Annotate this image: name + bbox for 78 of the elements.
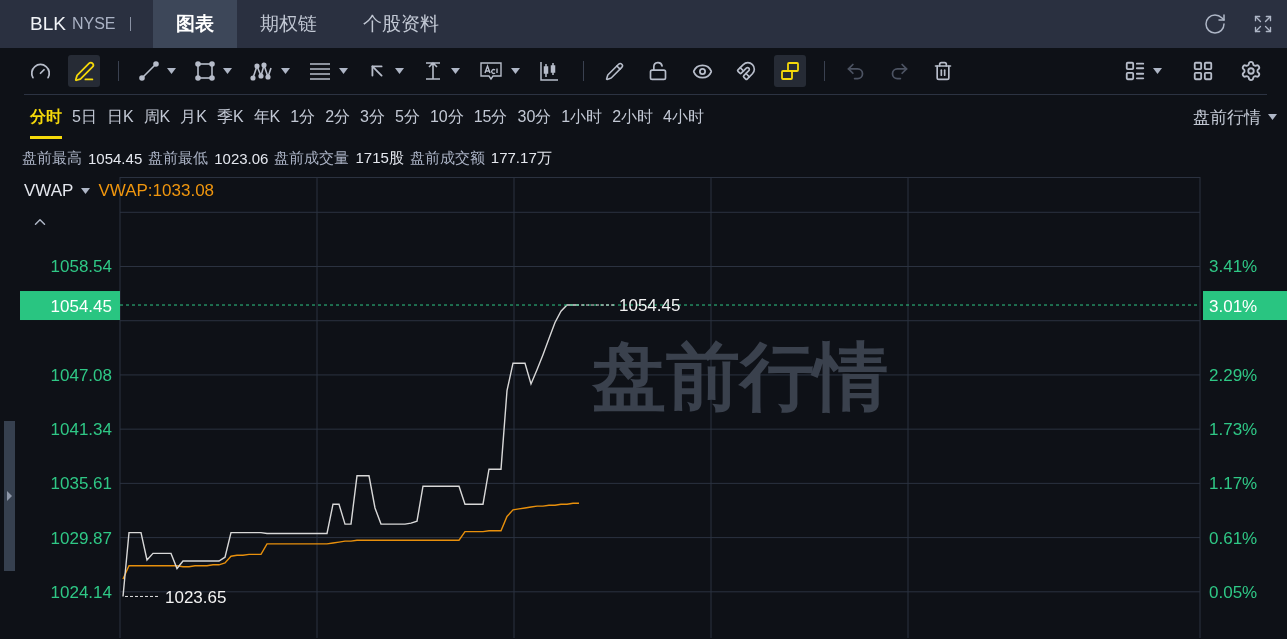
- trash-icon: [933, 61, 953, 81]
- candlestick-icon: [539, 60, 559, 82]
- stat-value: 177.17万: [490, 148, 552, 168]
- period-tab[interactable]: 1小时: [561, 95, 603, 139]
- pen-icon: [73, 60, 95, 82]
- lines-icon: [308, 61, 332, 81]
- caret-icon: [395, 68, 404, 74]
- stock-symbol: BLK: [30, 13, 66, 35]
- pencil-icon: [604, 61, 624, 81]
- zigzag-icon: [250, 60, 274, 82]
- squares-icon: [779, 60, 801, 82]
- axis-label: 1058.54: [50, 257, 112, 277]
- tab[interactable]: 图表: [152, 0, 237, 48]
- tool-button[interactable]: [774, 55, 806, 87]
- stat-value: 1023.06: [214, 149, 269, 167]
- exchange-name: NYSE: [71, 15, 116, 33]
- axis-label: 3.41%: [1209, 257, 1258, 277]
- period-tab[interactable]: 年K: [253, 95, 281, 139]
- line-icon: [138, 60, 160, 82]
- expand-arrow-icon: [7, 491, 12, 501]
- axis-label: 2.29%: [1209, 365, 1258, 385]
- period-tab[interactable]: 分时: [30, 95, 62, 139]
- period-tab[interactable]: 2分: [325, 95, 351, 139]
- indicator-name[interactable]: VWAP: [24, 181, 74, 201]
- tab[interactable]: 期权链: [236, 0, 340, 48]
- axis-label: 1047.08: [50, 365, 112, 385]
- unlock-icon: [648, 61, 668, 81]
- period-tab[interactable]: 15分: [473, 95, 508, 139]
- caret-icon: [339, 68, 348, 74]
- leader-line: [580, 304, 616, 306]
- stat-label: 盘前最高: [22, 148, 82, 168]
- axis-label: 0.05%: [1209, 582, 1258, 602]
- stat-value: 1715股: [355, 148, 404, 168]
- caret-icon: [1153, 68, 1162, 74]
- change-tag-text: 3.01%: [1209, 297, 1258, 316]
- axis-label: 1.17%: [1209, 474, 1258, 494]
- axis-label: 1.73%: [1209, 420, 1258, 440]
- stat-label: 盘前成交量: [274, 148, 350, 168]
- period-tab[interactable]: 月K: [180, 95, 207, 139]
- stat-label: 盘前最低: [148, 148, 209, 168]
- caret-icon: [281, 68, 290, 74]
- magnet-icon: [736, 61, 756, 81]
- indicator-value: VWAP:1033.08: [98, 181, 215, 201]
- stat-label: 盘前成交额: [409, 148, 485, 168]
- period-tab[interactable]: 3分: [360, 95, 385, 139]
- axis-label: 0.61%: [1209, 528, 1258, 548]
- period-tab[interactable]: 4小时: [663, 95, 704, 139]
- rectangle-icon: [194, 60, 216, 82]
- axis-label: 1024.14: [50, 582, 112, 602]
- caret-icon: [167, 68, 176, 74]
- period-tab[interactable]: 日K: [106, 95, 134, 139]
- tool-button[interactable]: [68, 55, 100, 87]
- caret-icon: [451, 68, 460, 74]
- tab[interactable]: 个股资料: [339, 0, 462, 48]
- period-tab[interactable]: 5分: [395, 95, 420, 139]
- leader-line: [124, 595, 161, 597]
- high-label: 1054.45: [619, 296, 681, 315]
- caret-icon: [1268, 114, 1277, 120]
- period-tab[interactable]: 1分: [290, 95, 316, 139]
- caret-icon: [511, 68, 520, 74]
- price-tag-text: 1054.45: [50, 297, 112, 316]
- text-icon: [478, 60, 504, 82]
- dropdown-caret-icon: [81, 188, 91, 194]
- axis-label: 1029.87: [50, 528, 112, 548]
- period-tab[interactable]: 季K: [216, 95, 244, 139]
- list-icon: [1124, 60, 1146, 82]
- stat-value: 1054.45: [88, 149, 143, 167]
- axis-label: 1035.61: [50, 474, 112, 494]
- low-label: 1023.65: [165, 588, 227, 608]
- period-tab[interactable]: 5日: [72, 95, 97, 139]
- caret-icon: [223, 68, 232, 74]
- axis-label: 1041.34: [50, 420, 112, 440]
- period-tab[interactable]: 周K: [143, 95, 171, 139]
- period-tab[interactable]: 2小时: [612, 95, 654, 139]
- side-handle[interactable]: [4, 421, 15, 571]
- session-dropdown[interactable]: 盘前行情: [1193, 105, 1277, 129]
- period-tab[interactable]: 30分: [517, 95, 552, 139]
- period-tab[interactable]: 10分: [429, 95, 464, 139]
